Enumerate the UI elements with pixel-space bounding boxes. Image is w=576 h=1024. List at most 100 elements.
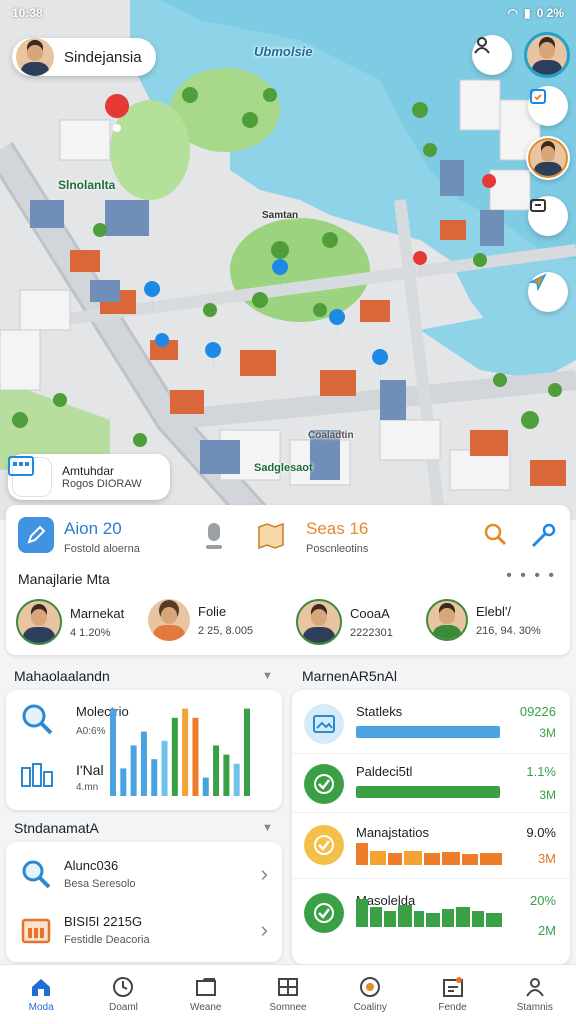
person-card[interactable]: Marnekat 4 1.20%: [16, 599, 124, 645]
metric-sub: 3M: [537, 851, 556, 866]
metric-sub: 2M: [537, 923, 556, 938]
search-icon[interactable]: [482, 521, 508, 552]
list-item[interactable]: BISI5I 2215G Festidle Deacoria ›: [6, 902, 282, 958]
metric-pct: 9.0%: [526, 825, 556, 840]
search-icon: [22, 860, 51, 889]
tab-label: Coaliny: [353, 1002, 387, 1013]
image-icon: [304, 704, 344, 744]
person-value: 4 1.20%: [70, 626, 111, 639]
profile-button[interactable]: [472, 35, 512, 75]
tab-moda[interactable]: Moda: [0, 965, 82, 1024]
chevron-right-icon: ›: [260, 861, 268, 886]
metrics-card: Statleks 09226 3M Paldeci5tl 1.1% 3M Man…: [292, 690, 570, 964]
tab-fende[interactable]: Fende: [411, 965, 493, 1024]
chart-bar: [120, 768, 127, 796]
person-icon: [523, 976, 547, 998]
avatar: [527, 35, 567, 75]
tab-label: Fende: [438, 1002, 467, 1013]
chart-bar: [140, 731, 147, 796]
chart-bar: [202, 777, 209, 796]
more-icon[interactable]: • • • •: [506, 567, 556, 585]
stat1-value: Aion 20: [64, 519, 122, 538]
stat1: Aion 20 Fostold aloerna: [64, 519, 140, 555]
chat-button[interactable]: [528, 196, 568, 236]
chart-bar: [130, 745, 137, 796]
bottom-tab-bar: Moda Doaml Weane Somnee Coaliny Fende St…: [0, 964, 576, 1024]
stat2-value: Seas 16: [306, 519, 369, 538]
person-card[interactable]: Folie 2 25, 8.005: [148, 599, 253, 641]
metric-sub: 3M: [539, 788, 556, 802]
guide-avatar-button[interactable]: [526, 136, 570, 180]
poi-chip[interactable]: Amtuhdar Rogos DIORAW: [8, 454, 170, 500]
map-label-district: Sadglesaot: [254, 462, 313, 474]
chart-bar: [244, 708, 250, 796]
avatar: [426, 599, 468, 641]
stat1-icon-wrap[interactable]: [18, 517, 54, 553]
chart-bar: [213, 745, 220, 796]
stat1-label: Fostold aloerna: [64, 543, 140, 555]
tab-weane[interactable]: Weane: [165, 965, 247, 1024]
map-view[interactable]: 10:38 ◠ ▮ 0 2% Sindejansia Ubmolsie Slno…: [0, 0, 576, 520]
metric-row[interactable]: Paldeci5tl 1.1% 3M: [292, 752, 570, 814]
calendar-icon: [441, 976, 465, 998]
metric-pct: 09226: [519, 704, 556, 719]
list-item[interactable]: Alunc036 Besa Seresolo ›: [6, 846, 282, 902]
check-icon: [304, 893, 344, 933]
person-value: 216, 94. 30%: [476, 624, 541, 637]
list-item-title: Alunc036: [64, 858, 119, 873]
avatar: [528, 138, 568, 178]
person-card[interactable]: CooaA 2222301: [296, 599, 393, 645]
metric-bar-chart: [356, 899, 502, 927]
tab-somnee[interactable]: Somnee: [247, 965, 329, 1024]
mic-icon[interactable]: [202, 521, 226, 558]
tab-doaml[interactable]: Doaml: [82, 965, 164, 1024]
person-value: 2222301: [350, 626, 393, 639]
metric-label: Statleks: [356, 704, 403, 719]
chart-bar: [161, 740, 168, 796]
chart-row-sub: 4.mn: [76, 782, 99, 793]
chart-section-title: Mahaolaalandn: [14, 668, 110, 684]
chart-bar: [110, 708, 116, 796]
tab-label: Doaml: [108, 1002, 138, 1013]
metric-bar-fill: [356, 726, 500, 738]
people-title: Manajlarie Mta: [18, 571, 110, 587]
tab-stamnis[interactable]: Stamnis: [494, 965, 576, 1024]
chat-icon: [530, 199, 546, 212]
tab-coaliny[interactable]: Coaliny: [329, 965, 411, 1024]
summary-card: Aion 20 Fostold aloerna Seas 16 Poscnleo…: [6, 505, 570, 655]
target-icon: [358, 976, 382, 998]
search-icon: [20, 702, 54, 741]
chart-bar: [223, 754, 230, 796]
metric-bar: [356, 726, 506, 738]
edit-icon: [18, 517, 54, 553]
map-label-water: Ubmolsie: [254, 44, 313, 59]
metric-row[interactable]: Masolelda 20% 2M: [292, 878, 570, 952]
avatar: [296, 599, 342, 645]
map-label-poi: Coaladtin: [308, 430, 354, 441]
map-icon[interactable]: [256, 521, 286, 556]
layers-button[interactable]: [528, 86, 568, 126]
user-chip[interactable]: Sindejansia: [12, 38, 156, 76]
navigate-button[interactable]: [528, 272, 568, 312]
person-name: CooaA: [350, 605, 390, 621]
chart-bar: [171, 717, 178, 796]
tab-label: Moda: [28, 1002, 54, 1013]
chevron-down-icon[interactable]: ▼: [262, 670, 273, 682]
list-item-title: BISI5I 2215G: [64, 914, 143, 929]
person-name: Elebl'/: [476, 603, 512, 619]
metric-bar: [356, 786, 506, 798]
account-avatar-button[interactable]: [524, 32, 570, 78]
tab-label: Stamnis: [516, 1002, 553, 1013]
tools-icon[interactable]: [528, 521, 558, 556]
chevron-down-icon[interactable]: ▼: [262, 822, 273, 834]
person-card[interactable]: Elebl'/ 216, 94. 30%: [426, 599, 541, 641]
metric-pct: 20%: [529, 893, 556, 908]
calendar-icon: [530, 89, 546, 104]
list-item-subtitle: Besa Seresolo: [64, 878, 136, 890]
metric-bar-fill: [356, 786, 500, 798]
stat2-label: Poscnleotins: [306, 543, 369, 555]
chart-row-sub: A0:6%: [76, 726, 106, 737]
metric-row[interactable]: Manajstatios 9.0% 3M: [292, 812, 570, 878]
bar-chart-icon: [20, 760, 54, 793]
metric-row[interactable]: Statleks 09226 3M: [292, 692, 570, 754]
